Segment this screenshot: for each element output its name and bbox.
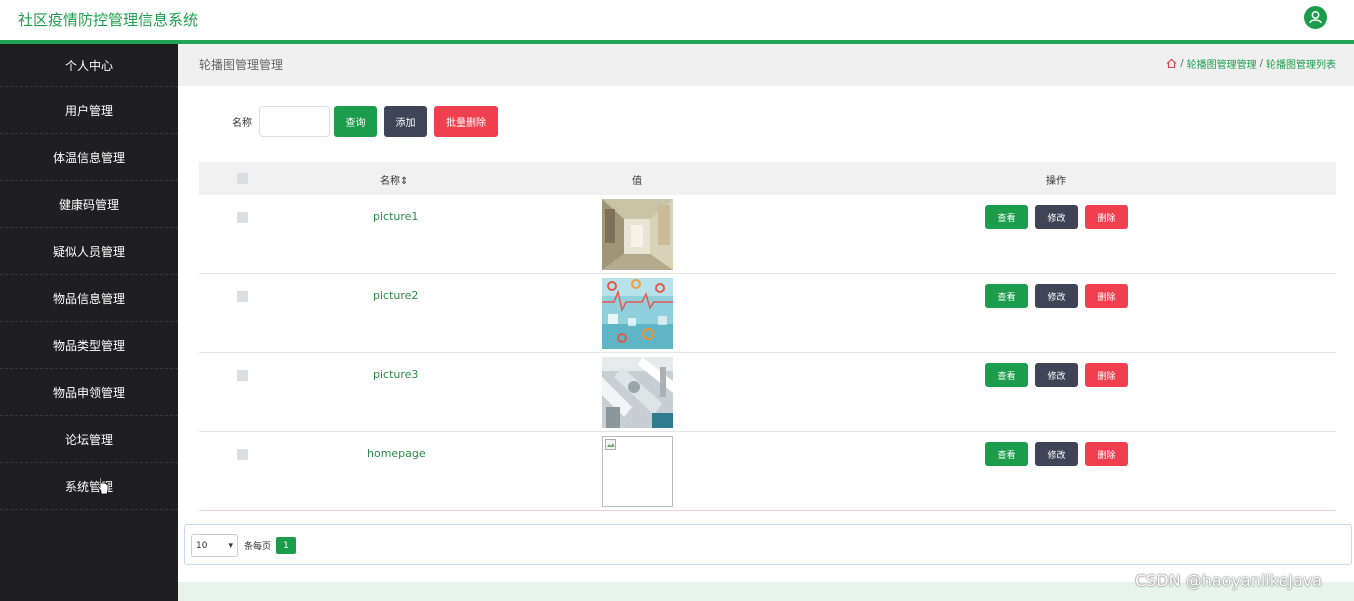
table-row: picture1 查看 修改 删除 [199, 195, 1336, 274]
sidebar-item-label: 健康码管理 [58, 197, 119, 212]
row-name: picture1 [373, 210, 419, 223]
delete-button[interactable]: 删除 [1085, 442, 1128, 466]
page-size-value: 10 [196, 540, 208, 551]
edit-button[interactable]: 修改 [1035, 284, 1078, 308]
row-checkbox[interactable] [237, 449, 248, 460]
row-actions: 查看 修改 删除 [985, 442, 1128, 466]
data-table: 名称⇕ 值 操作 picture1 查看 修改 删除 picture2 查看 修… [199, 162, 1336, 511]
sidebar-item-users[interactable]: 用户管理 [0, 87, 178, 134]
row-image-thumbnail [602, 199, 673, 270]
edit-button[interactable]: 修改 [1035, 205, 1078, 229]
breadcrumb-separator: / [1180, 58, 1184, 69]
row-actions: 查看 修改 删除 [985, 363, 1128, 387]
sidebar-item-goods-type[interactable]: 物品类型管理 [0, 322, 178, 369]
sidebar-item-health-code[interactable]: 健康码管理 [0, 181, 178, 228]
sidebar-item-profile[interactable]: 个人中心 [0, 44, 178, 87]
page-number-button[interactable]: 1 [276, 537, 296, 554]
broken-image-icon [602, 436, 673, 507]
chevron-down-icon: ▾ [228, 541, 233, 551]
row-name: homepage [367, 447, 426, 460]
add-button[interactable]: 添加 [384, 106, 427, 137]
query-button[interactable]: 查询 [334, 106, 377, 137]
breadcrumb-current: 轮播图管理列表 [1266, 60, 1336, 71]
hand-cursor-icon [97, 477, 109, 495]
row-actions: 查看 修改 删除 [985, 284, 1128, 308]
sidebar-item-label: 物品类型管理 [52, 338, 125, 353]
name-search-input[interactable] [259, 106, 330, 137]
column-header-actions: 操作 [1046, 176, 1066, 187]
sidebar-item-goods-info[interactable]: 物品信息管理 [0, 275, 178, 322]
delete-button[interactable]: 删除 [1085, 363, 1128, 387]
breadcrumb: / 轮播图管理管理 / 轮播图管理列表 [1166, 56, 1336, 71]
column-header-name[interactable]: 名称⇕ [380, 172, 408, 187]
sidebar-item-label: 物品信息管理 [52, 291, 125, 306]
view-button[interactable]: 查看 [985, 442, 1028, 466]
edit-button[interactable]: 修改 [1035, 363, 1078, 387]
view-button[interactable]: 查看 [985, 205, 1028, 229]
row-checkbox[interactable] [237, 370, 248, 381]
row-checkbox[interactable] [237, 212, 248, 223]
sidebar-item-forum[interactable]: 论坛管理 [0, 416, 178, 463]
sidebar-item-label: 论坛管理 [64, 432, 113, 447]
sidebar-item-label: 物品申领管理 [52, 385, 125, 400]
table-row: picture2 查看 修改 删除 [199, 274, 1336, 353]
row-actions: 查看 修改 删除 [985, 205, 1128, 229]
delete-button[interactable]: 删除 [1085, 205, 1128, 229]
view-button[interactable]: 查看 [985, 363, 1028, 387]
table-row: picture3 查看 修改 删除 [199, 353, 1336, 432]
pagination: 10 ▾ 条每页 1 [184, 524, 1352, 565]
row-name: picture3 [373, 368, 419, 381]
sidebar-item-suspected[interactable]: 疑似人员管理 [0, 228, 178, 275]
row-checkbox[interactable] [237, 291, 248, 302]
sidebar-item-system[interactable]: 系统管理 [0, 463, 178, 510]
breadcrumb-link-module[interactable]: 轮播图管理管理 [1187, 56, 1257, 71]
column-name-label: 名称 [380, 176, 400, 187]
sidebar-item-label: 体温信息管理 [52, 150, 125, 165]
page-size-select[interactable]: 10 ▾ [191, 534, 238, 557]
top-bar: 社区疫情防控管理信息系统 [0, 0, 1354, 40]
sort-icon[interactable]: ⇕ [400, 176, 408, 187]
batch-delete-button[interactable]: 批量删除 [434, 106, 498, 137]
sidebar: 个人中心 用户管理 体温信息管理 健康码管理 疑似人员管理 物品信息管理 物品类… [0, 44, 178, 601]
delete-button[interactable]: 删除 [1085, 284, 1128, 308]
app-title: 社区疫情防控管理信息系统 [18, 11, 199, 29]
search-bar: 名称 查询 添加 批量删除 [232, 106, 498, 137]
page-title: 轮播图管理管理 [199, 58, 284, 72]
row-image-thumbnail [602, 357, 673, 428]
breadcrumb-separator: / [1259, 58, 1263, 69]
name-label: 名称 [232, 118, 252, 129]
select-all-checkbox[interactable] [237, 173, 248, 184]
table-row: homepage 查看 修改 删除 [199, 432, 1336, 511]
sidebar-item-label: 疑似人员管理 [52, 244, 125, 259]
view-button[interactable]: 查看 [985, 284, 1028, 308]
edit-button[interactable]: 修改 [1035, 442, 1078, 466]
sidebar-item-temperature[interactable]: 体温信息管理 [0, 134, 178, 181]
watermark-text: CSDN @haoyanlikeJava [1135, 571, 1323, 590]
row-image-thumbnail [602, 278, 673, 349]
column-header-value: 值 [632, 176, 642, 187]
main-content: 轮播图管理管理 / 轮播图管理管理 / 轮播图管理列表 名称 查询 添加 批量删… [178, 44, 1354, 601]
user-avatar-icon[interactable] [1304, 6, 1327, 29]
row-name: picture2 [373, 289, 419, 302]
per-page-label: 条每页 [244, 542, 272, 552]
home-icon[interactable] [1166, 58, 1177, 69]
sidebar-item-goods-apply[interactable]: 物品申领管理 [0, 369, 178, 416]
sidebar-item-label: 用户管理 [64, 103, 113, 118]
sidebar-item-label: 个人中心 [64, 58, 113, 73]
table-header: 名称⇕ 值 操作 [199, 162, 1336, 195]
title-bar: 轮播图管理管理 / 轮播图管理管理 / 轮播图管理列表 [178, 44, 1354, 86]
